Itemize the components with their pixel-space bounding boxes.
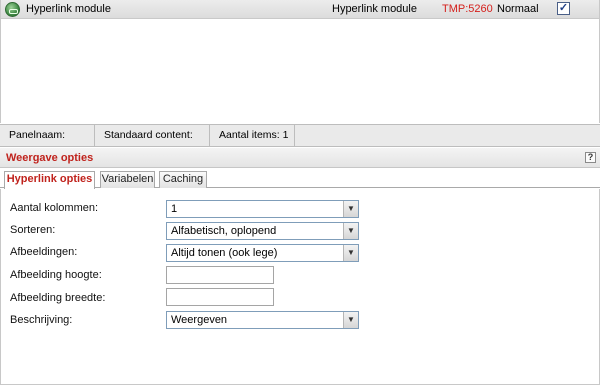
image-height-label: Afbeelding hoogte: <box>10 269 102 281</box>
columns-select[interactable]: 1 ▼ <box>166 200 359 218</box>
module-row[interactable]: Hyperlink module Hyperlink module TMP:52… <box>1 0 599 19</box>
image-width-label: Afbeelding breedte: <box>10 292 106 304</box>
sort-select[interactable]: Alfabetisch, oplopend ▼ <box>166 222 359 240</box>
chevron-down-icon[interactable]: ▼ <box>343 245 358 261</box>
columns-value: 1 <box>171 203 178 215</box>
images-value: Altijd tonen (ook lege) <box>171 247 278 259</box>
chevron-down-icon[interactable]: ▼ <box>343 312 358 328</box>
images-select[interactable]: Altijd tonen (ook lege) ▼ <box>166 244 359 262</box>
tab-variables[interactable]: Variabelen <box>100 171 155 188</box>
description-label: Beschrijving: <box>10 314 73 326</box>
panel-name: Panelnaam: center <box>0 125 95 162</box>
image-width-input[interactable] <box>166 288 274 306</box>
sort-label: Sorteren: <box>10 224 56 236</box>
panel-info-bar: Panelnaam: center Standaard content: Nee… <box>0 124 600 162</box>
hyperlink-module-icon <box>5 2 20 17</box>
module-template-id: TMP:5260 <box>442 3 493 15</box>
section-title: Weergave opties <box>6 152 94 164</box>
chevron-down-icon[interactable]: ▼ <box>343 223 358 239</box>
description-select[interactable]: Weergeven ▼ <box>166 311 359 329</box>
options-tabs: Hyperlink opties Variabelen Caching <box>0 169 600 189</box>
tab-hyperlink-options[interactable]: Hyperlink opties <box>4 171 95 189</box>
module-enabled-checkbox[interactable]: ✓ <box>557 2 570 15</box>
images-label: Afbeeldingen: <box>10 246 78 258</box>
chevron-down-icon[interactable]: ▼ <box>343 201 358 217</box>
image-height-input[interactable] <box>166 266 274 284</box>
module-list: Hyperlink module Hyperlink module TMP:52… <box>0 0 600 123</box>
module-name: Hyperlink module <box>26 3 111 15</box>
columns-label: Aantal kolommen: <box>10 202 99 214</box>
options-form: Aantal kolommen: 1 ▼ Sorteren: Alfabetis… <box>0 189 600 385</box>
sort-value: Alfabetisch, oplopend <box>171 225 277 237</box>
module-type: Hyperlink module <box>332 3 417 15</box>
tab-caching[interactable]: Caching <box>159 171 207 188</box>
description-value: Weergeven <box>171 314 228 326</box>
module-status: Normaal <box>497 3 539 15</box>
item-count: Aantal items: 1 <box>210 125 295 147</box>
help-icon[interactable]: ? <box>585 152 596 163</box>
section-header: Weergave opties ? <box>0 148 600 168</box>
standard-content: Standaard content: Nee <box>95 125 210 162</box>
